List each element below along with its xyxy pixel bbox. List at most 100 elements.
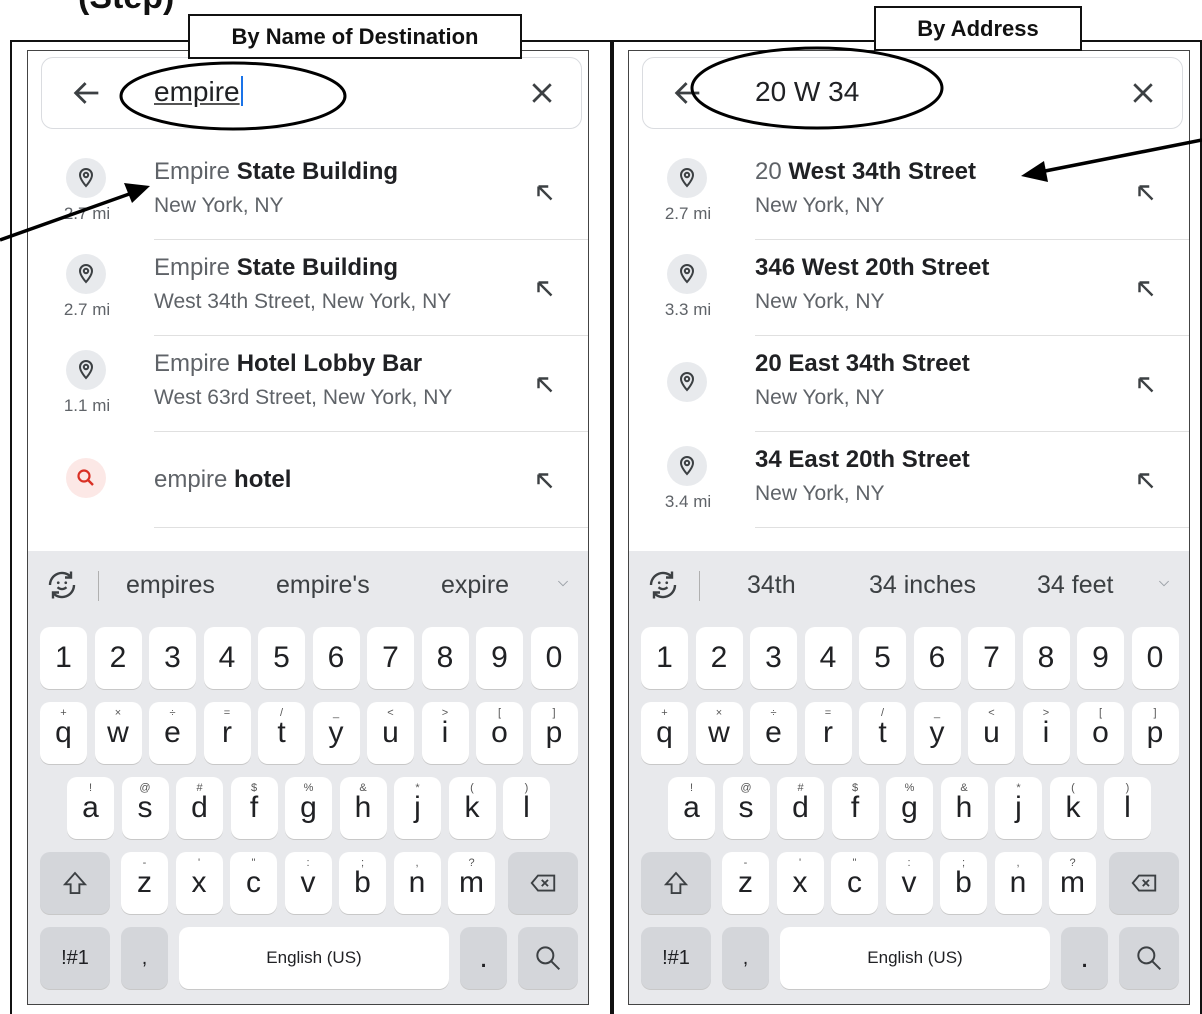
key-q[interactable]: q + xyxy=(641,702,688,764)
key-r[interactable]: r = xyxy=(804,702,852,764)
key-1[interactable]: 1 xyxy=(641,627,688,689)
shift-key[interactable] xyxy=(641,852,711,914)
key-3[interactable]: 3 xyxy=(149,627,196,689)
period-key[interactable]: . xyxy=(1061,927,1108,989)
key-0[interactable]: 0 xyxy=(530,627,578,689)
key-m[interactable]: m? xyxy=(1049,852,1096,914)
key-f[interactable]: f $ xyxy=(230,777,278,839)
word-suggestion[interactable]: empire's xyxy=(276,571,370,600)
key-n[interactable]: n, xyxy=(994,852,1042,914)
key-0[interactable]: 0 xyxy=(1131,627,1179,689)
key-9[interactable]: 9 xyxy=(476,627,523,689)
period-key[interactable]: . xyxy=(460,927,507,989)
key-2[interactable]: 2 xyxy=(94,627,142,689)
shift-key[interactable] xyxy=(40,852,110,914)
key-i[interactable]: i > xyxy=(1022,702,1070,764)
key-4[interactable]: 4 xyxy=(203,627,251,689)
key-o[interactable]: o[ xyxy=(476,702,523,764)
key-e[interactable]: e ÷ xyxy=(750,702,797,764)
emoji-icon[interactable] xyxy=(44,567,80,603)
key-b[interactable]: b; xyxy=(940,852,987,914)
result-item[interactable]: 1.1 mi Empire Hotel Lobby Bar West 63rd St… xyxy=(28,336,588,432)
emoji-icon[interactable] xyxy=(645,567,681,603)
key-5[interactable]: 5 xyxy=(859,627,906,689)
key-k[interactable]: k( xyxy=(1049,777,1097,839)
key-t[interactable]: t / xyxy=(258,702,305,764)
key-1[interactable]: 1 xyxy=(40,627,87,689)
key-x[interactable]: x ' xyxy=(175,852,223,914)
key-3[interactable]: 3 xyxy=(750,627,797,689)
result-item[interactable]: 2.7 mi 20 West 34th Street New York, NY xyxy=(629,144,1189,240)
key-z[interactable]: z- xyxy=(722,852,769,914)
word-suggestion[interactable]: 34 inches xyxy=(869,571,976,600)
close-icon[interactable] xyxy=(527,78,557,108)
space-key[interactable]: English (US) xyxy=(780,927,1050,989)
back-arrow-icon[interactable] xyxy=(671,76,705,110)
key-e[interactable]: e ÷ xyxy=(149,702,196,764)
key-8[interactable]: 8 xyxy=(421,627,469,689)
key-f[interactable]: f $ xyxy=(831,777,879,839)
key-7[interactable]: 7 xyxy=(367,627,414,689)
key-j[interactable]: j * xyxy=(394,777,441,839)
word-suggestion[interactable]: expire xyxy=(441,571,509,600)
key-v[interactable]: v: xyxy=(284,852,332,914)
key-5[interactable]: 5 xyxy=(258,627,305,689)
key-h[interactable]: h & xyxy=(940,777,988,839)
key-p[interactable]: p] xyxy=(530,702,578,764)
result-item[interactable]: 3.4 mi 34 East 20th Street New York, NY xyxy=(629,432,1189,528)
key-n[interactable]: n, xyxy=(393,852,441,914)
key-t[interactable]: t / xyxy=(859,702,906,764)
result-item[interactable]: 2.7 mi Empire State Building West 34th Str… xyxy=(28,240,588,336)
key-u[interactable]: u < xyxy=(367,702,414,764)
key-q[interactable]: q + xyxy=(40,702,87,764)
space-key[interactable]: English (US) xyxy=(179,927,449,989)
key-y[interactable]: y _ xyxy=(312,702,360,764)
backspace-key[interactable] xyxy=(1109,852,1179,914)
key-g[interactable]: g% xyxy=(886,777,933,839)
key-7[interactable]: 7 xyxy=(968,627,1015,689)
key-6[interactable]: 6 xyxy=(312,627,360,689)
key-x[interactable]: x ' xyxy=(776,852,824,914)
key-l[interactable]: l) xyxy=(503,777,550,839)
word-suggestion[interactable]: empires xyxy=(126,571,215,600)
key-6[interactable]: 6 xyxy=(913,627,961,689)
key-z[interactable]: z- xyxy=(121,852,168,914)
fill-query-arrow-icon[interactable] xyxy=(1133,468,1159,494)
search-key[interactable] xyxy=(1119,927,1179,989)
key-p[interactable]: p] xyxy=(1131,702,1179,764)
search-input[interactable]: empire xyxy=(154,76,243,108)
fill-query-arrow-icon[interactable] xyxy=(1133,276,1159,302)
key-a[interactable]: a! xyxy=(67,777,114,839)
key-v[interactable]: v: xyxy=(885,852,933,914)
key-w[interactable]: w × xyxy=(695,702,743,764)
comma-key[interactable]: , xyxy=(722,927,769,989)
key-c[interactable]: c " xyxy=(831,852,878,914)
key-4[interactable]: 4 xyxy=(804,627,852,689)
result-item[interactable]: 2.7 mi Empire State Building New York, NY xyxy=(28,144,588,240)
word-suggestion[interactable]: 34 feet xyxy=(1037,571,1113,600)
key-j[interactable]: j * xyxy=(995,777,1042,839)
key-8[interactable]: 8 xyxy=(1022,627,1070,689)
key-d[interactable]: d # xyxy=(777,777,824,839)
back-arrow-icon[interactable] xyxy=(70,76,104,110)
key-b[interactable]: b; xyxy=(339,852,386,914)
key-l[interactable]: l) xyxy=(1104,777,1151,839)
key-y[interactable]: y _ xyxy=(913,702,961,764)
backspace-key[interactable] xyxy=(508,852,578,914)
close-icon[interactable] xyxy=(1128,78,1158,108)
key-a[interactable]: a! xyxy=(668,777,715,839)
chevron-down-icon[interactable] xyxy=(554,577,572,591)
key-i[interactable]: i > xyxy=(421,702,469,764)
key-d[interactable]: d # xyxy=(176,777,223,839)
key-k[interactable]: k( xyxy=(448,777,496,839)
key-u[interactable]: u < xyxy=(968,702,1015,764)
result-item[interactable]: empire hotel xyxy=(28,432,588,528)
search-bar[interactable]: empire xyxy=(41,57,582,129)
key-w[interactable]: w × xyxy=(94,702,142,764)
fill-query-arrow-icon[interactable] xyxy=(532,276,558,302)
fill-query-arrow-icon[interactable] xyxy=(1133,372,1159,398)
key-r[interactable]: r = xyxy=(203,702,251,764)
search-bar[interactable]: 20 W 34 xyxy=(642,57,1183,129)
fill-query-arrow-icon[interactable] xyxy=(532,468,558,494)
symbols-key[interactable]: !#1 xyxy=(641,927,711,989)
